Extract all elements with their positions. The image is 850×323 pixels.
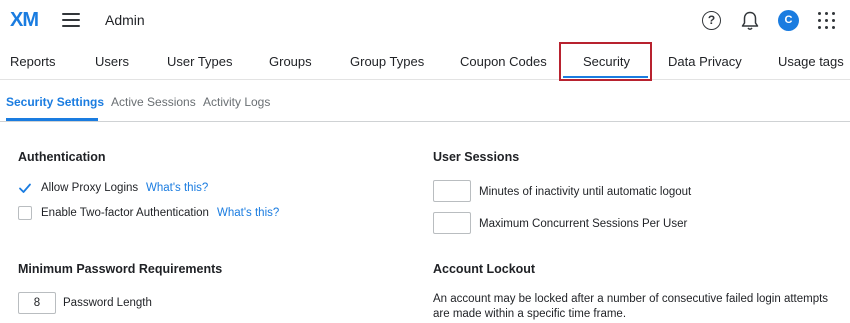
active-tab-indicator <box>563 76 648 78</box>
top-bar: XM Admin ? C <box>0 0 850 42</box>
page-title: Admin <box>105 12 145 28</box>
subtab-active-sessions[interactable]: Active Sessions <box>111 95 196 109</box>
password-requirements-heading: Minimum Password Requirements <box>18 262 223 276</box>
apps-grid-icon[interactable] <box>818 12 835 29</box>
tab-user-types[interactable]: User Types <box>167 54 233 69</box>
concurrent-sessions-label: Maximum Concurrent Sessions Per User <box>479 218 688 230</box>
inactivity-label: Minutes of inactivity until automatic lo… <box>479 186 692 198</box>
allow-proxy-help-link[interactable]: What's this? <box>146 182 208 194</box>
subtab-activity-logs[interactable]: Activity Logs <box>203 95 270 109</box>
account-lockout-description: An account may be locked after a number … <box>433 293 829 320</box>
checkmark-icon <box>19 183 31 193</box>
help-icon[interactable]: ? <box>702 11 721 30</box>
active-subtab-indicator <box>6 118 98 121</box>
tab-security[interactable]: Security <box>583 54 630 69</box>
allow-proxy-checkbox[interactable] <box>18 181 32 195</box>
two-factor-help-link[interactable]: What's this? <box>217 207 279 219</box>
main-nav: Reports Users User Types Groups Group Ty… <box>0 42 850 81</box>
xm-logo[interactable]: XM <box>10 9 39 32</box>
tab-group-types[interactable]: Group Types <box>350 54 424 69</box>
password-length-input[interactable] <box>18 292 56 314</box>
allow-proxy-label: Allow Proxy Logins <box>41 182 139 194</box>
avatar[interactable]: C <box>778 10 799 31</box>
tab-data-privacy[interactable]: Data Privacy <box>668 54 742 69</box>
tab-users[interactable]: Users <box>95 54 129 69</box>
tab-groups[interactable]: Groups <box>269 54 312 69</box>
user-sessions-heading: User Sessions <box>433 150 520 164</box>
password-length-label: Password Length <box>63 297 152 309</box>
hamburger-menu-icon[interactable] <box>62 13 80 27</box>
two-factor-label: Enable Two-factor Authentication <box>41 207 209 219</box>
sub-nav: Security Settings Active Sessions Activi… <box>0 80 850 122</box>
tab-coupon-codes[interactable]: Coupon Codes <box>460 54 547 69</box>
authentication-heading: Authentication <box>18 150 106 164</box>
inactivity-minutes-input[interactable] <box>433 180 471 202</box>
bell-icon[interactable] <box>740 10 760 32</box>
subtab-security-settings[interactable]: Security Settings <box>6 95 104 109</box>
two-factor-checkbox[interactable] <box>18 206 32 220</box>
account-lockout-heading: Account Lockout <box>433 262 536 276</box>
tab-usage-tags[interactable]: Usage tags <box>778 54 844 69</box>
concurrent-sessions-input[interactable] <box>433 212 471 234</box>
tab-reports[interactable]: Reports <box>10 54 56 69</box>
